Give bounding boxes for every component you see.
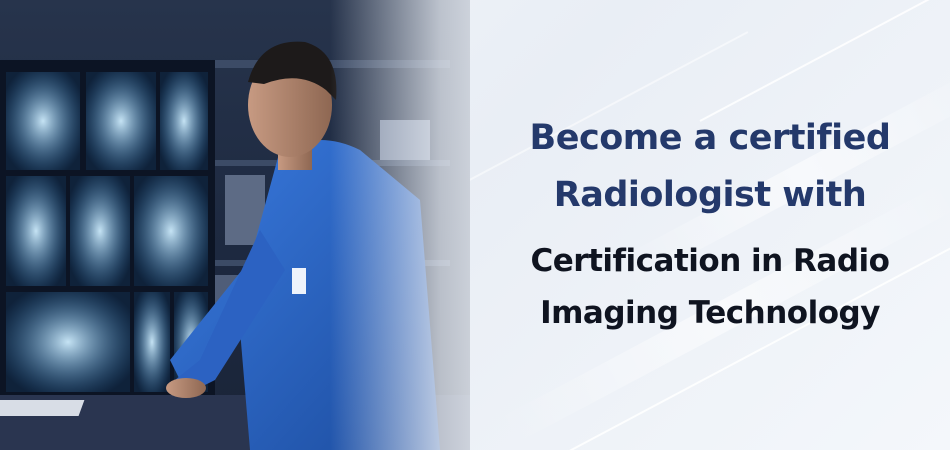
subheadline-line-1: Certification in Radio: [530, 243, 890, 279]
xray-scans: [6, 72, 208, 392]
headline-line-1: Become a certified: [529, 118, 891, 158]
headline-line-2: Radiologist with: [553, 175, 867, 215]
subheadline-line-2: Imaging Technology: [540, 295, 880, 331]
photo-fade: [330, 0, 470, 450]
radiologist-photo: [0, 0, 470, 450]
promo-banner: Become a certified Radiologist with Cert…: [0, 0, 950, 450]
